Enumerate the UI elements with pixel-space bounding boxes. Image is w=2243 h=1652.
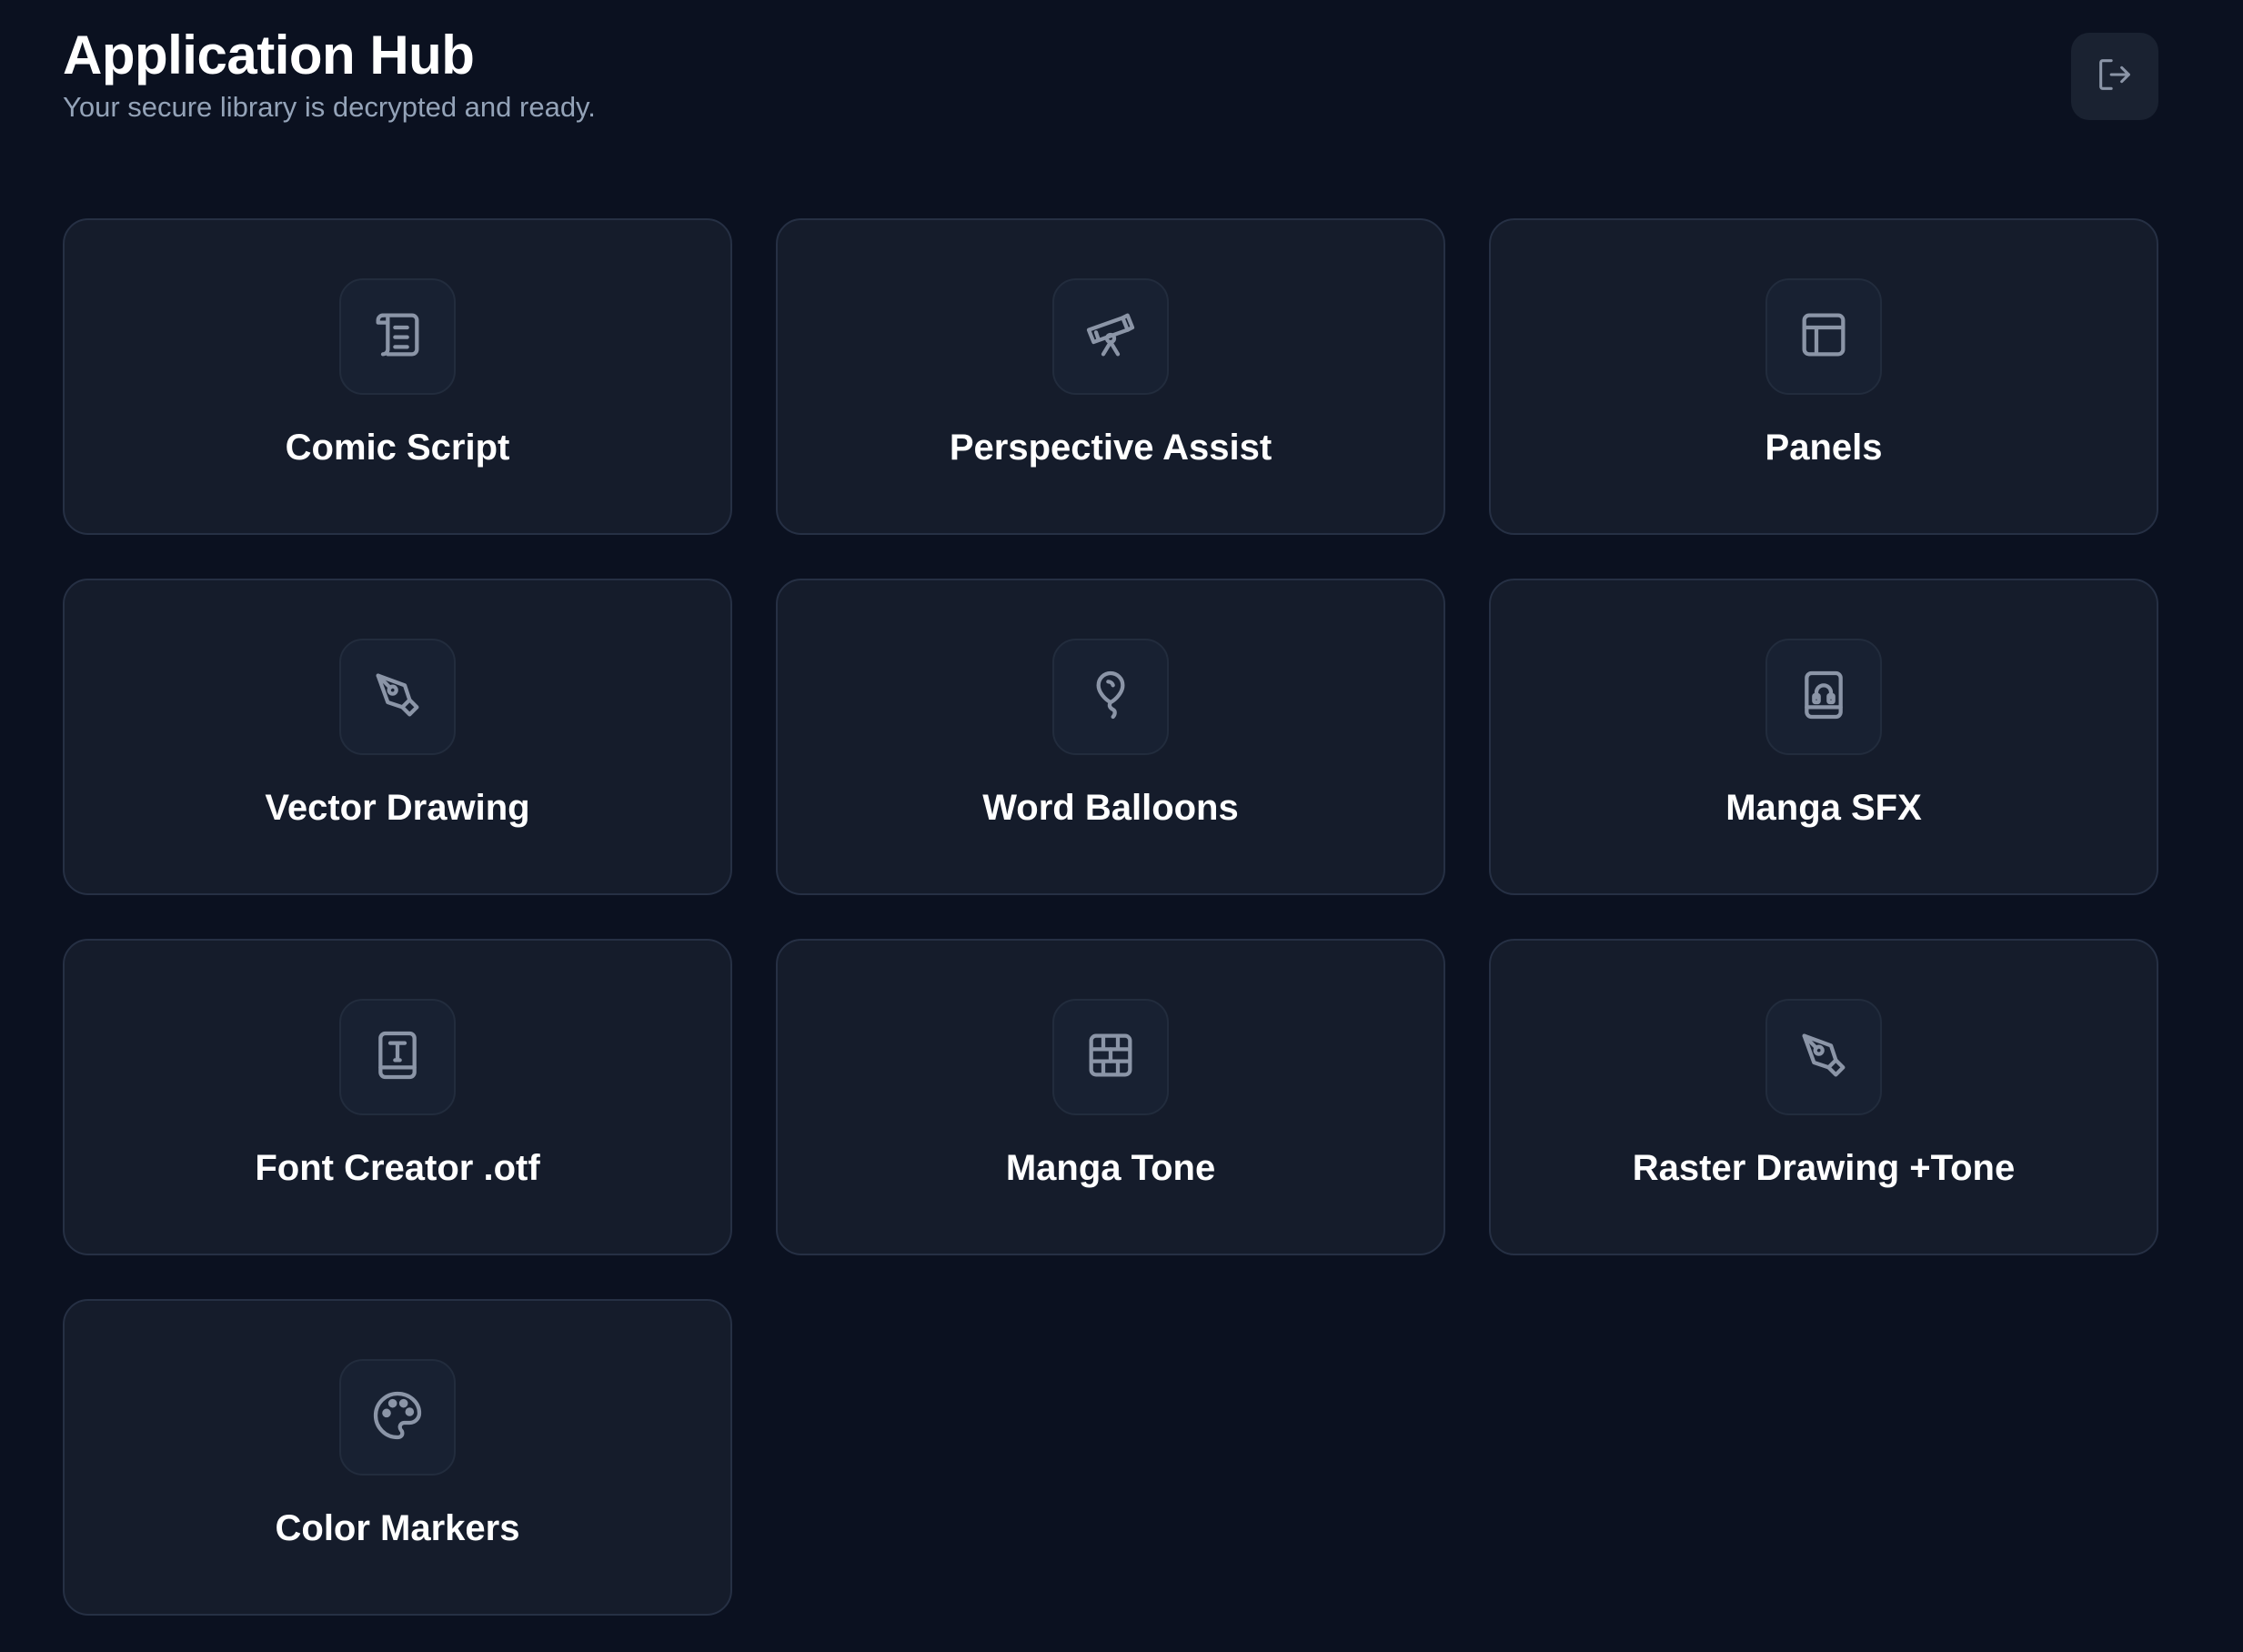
- app-label: Vector Drawing: [265, 788, 530, 828]
- app-label: Manga SFX: [1725, 788, 1922, 828]
- app-label: Font Creator .otf: [255, 1148, 540, 1188]
- text-book-icon: [368, 1026, 427, 1089]
- app-card-manga-tone[interactable]: Manga Tone: [776, 939, 1445, 1255]
- app-icon-box: [1052, 278, 1169, 395]
- app-card-manga-sfx[interactable]: Manga SFX: [1489, 579, 2158, 895]
- app-icon-box: [1765, 999, 1882, 1115]
- app-icon-box: [339, 999, 456, 1115]
- app-icon-box: [339, 278, 456, 395]
- app-label: Word Balloons: [982, 788, 1239, 828]
- app-icon-box: [1052, 999, 1169, 1115]
- logout-button[interactable]: [2071, 33, 2158, 120]
- app-card-color-markers[interactable]: Color Markers: [63, 1299, 732, 1616]
- app-card-vector-drawing[interactable]: Vector Drawing: [63, 579, 732, 895]
- app-icon-box: [1765, 278, 1882, 395]
- app-card-word-balloons[interactable]: Word Balloons: [776, 579, 1445, 895]
- app-icon-box: [1765, 639, 1882, 755]
- app-card-raster-drawing[interactable]: Raster Drawing +Tone: [1489, 939, 2158, 1255]
- app-label: Panels: [1765, 428, 1883, 468]
- pen-nib-icon: [1795, 1026, 1853, 1089]
- pen-nib-icon: [368, 666, 427, 729]
- page-title: Application Hub: [63, 25, 475, 86]
- app-grid: Comic Script Perspective Assist Panels V…: [63, 218, 2158, 1616]
- balloon-icon: [1081, 666, 1140, 729]
- app-label: Comic Script: [285, 428, 510, 468]
- telescope-icon: [1081, 306, 1140, 368]
- app-icon-box: [1052, 639, 1169, 755]
- page-subtitle: Your secure library is decrypted and rea…: [63, 91, 596, 123]
- audio-book-icon: [1795, 666, 1853, 729]
- app-card-panels[interactable]: Panels: [1489, 218, 2158, 535]
- script-icon: [368, 306, 427, 368]
- logout-icon: [2094, 54, 2136, 100]
- app-label: Color Markers: [275, 1508, 520, 1548]
- page-header: Application Hub Your secure library is d…: [63, 24, 596, 126]
- app-icon-box: [339, 1359, 456, 1476]
- app-label: Perspective Assist: [949, 428, 1272, 468]
- layout-icon: [1795, 306, 1853, 368]
- tone-grid-icon: [1081, 1026, 1140, 1089]
- palette-icon: [368, 1386, 427, 1449]
- app-card-comic-script[interactable]: Comic Script: [63, 218, 732, 535]
- app-label: Manga Tone: [1005, 1148, 1216, 1188]
- app-icon-box: [339, 639, 456, 755]
- app-card-perspective-assist[interactable]: Perspective Assist: [776, 218, 1445, 535]
- app-card-font-creator[interactable]: Font Creator .otf: [63, 939, 732, 1255]
- app-label: Raster Drawing +Tone: [1632, 1148, 2016, 1188]
